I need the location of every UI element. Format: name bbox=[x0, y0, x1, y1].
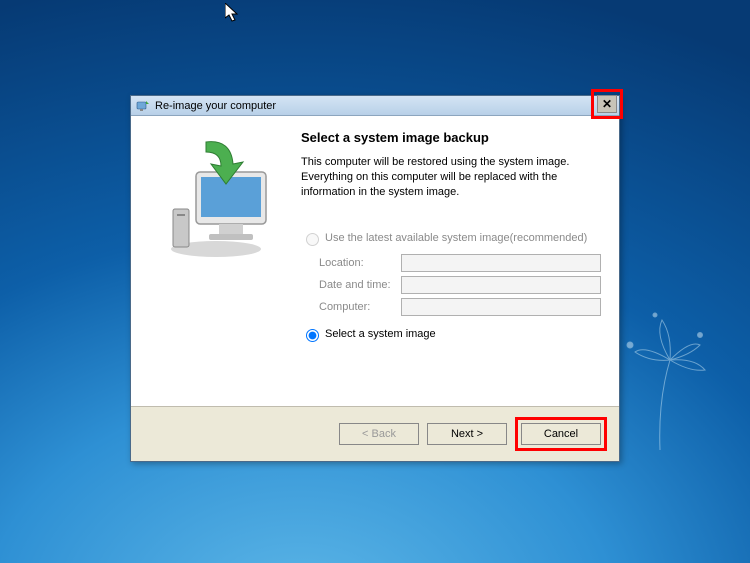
page-description: This computer will be restored using the… bbox=[301, 155, 601, 200]
radio-select-image-input[interactable] bbox=[306, 329, 319, 342]
wizard-button-bar: < Back Next > Cancel bbox=[131, 406, 619, 461]
datetime-label: Date and time: bbox=[319, 279, 401, 291]
computer-label: Computer: bbox=[319, 301, 401, 313]
location-input bbox=[401, 254, 601, 272]
mouse-cursor bbox=[225, 3, 241, 25]
page-heading: Select a system image backup bbox=[301, 130, 601, 145]
computer-input bbox=[401, 298, 601, 316]
wizard-graphic-pane bbox=[131, 116, 301, 406]
radio-select-image[interactable]: Select a system image bbox=[301, 326, 601, 342]
app-icon bbox=[135, 98, 151, 114]
latest-image-details: Location: Date and time: Computer: bbox=[301, 254, 601, 316]
restore-graphic-icon bbox=[151, 134, 281, 264]
radio-use-latest-input bbox=[306, 233, 319, 246]
location-label: Location: bbox=[319, 257, 401, 269]
back-button: < Back bbox=[339, 423, 419, 445]
close-icon: ✕ bbox=[602, 97, 612, 111]
datetime-input bbox=[401, 276, 601, 294]
field-datetime: Date and time: bbox=[319, 276, 601, 294]
reimage-wizard-dialog: Re-image your computer ✕ Select a system… bbox=[130, 95, 620, 462]
close-button[interactable]: ✕ bbox=[597, 95, 617, 113]
field-location: Location: bbox=[319, 254, 601, 272]
field-computer: Computer: bbox=[319, 298, 601, 316]
cancel-button[interactable]: Cancel bbox=[521, 423, 601, 445]
dialog-body: Select a system image backup This comput… bbox=[131, 116, 619, 406]
titlebar: Re-image your computer ✕ bbox=[131, 96, 619, 116]
cancel-highlight-box: Cancel bbox=[515, 417, 607, 451]
radio-use-latest-label: Use the latest available system image(re… bbox=[325, 232, 587, 244]
next-button[interactable]: Next > bbox=[427, 423, 507, 445]
close-highlight-box: ✕ bbox=[591, 89, 623, 119]
radio-use-latest[interactable]: Use the latest available system image(re… bbox=[301, 230, 601, 246]
radio-select-image-label: Select a system image bbox=[325, 328, 436, 340]
wizard-content-pane: Select a system image backup This comput… bbox=[301, 116, 619, 406]
window-title: Re-image your computer bbox=[155, 100, 591, 112]
